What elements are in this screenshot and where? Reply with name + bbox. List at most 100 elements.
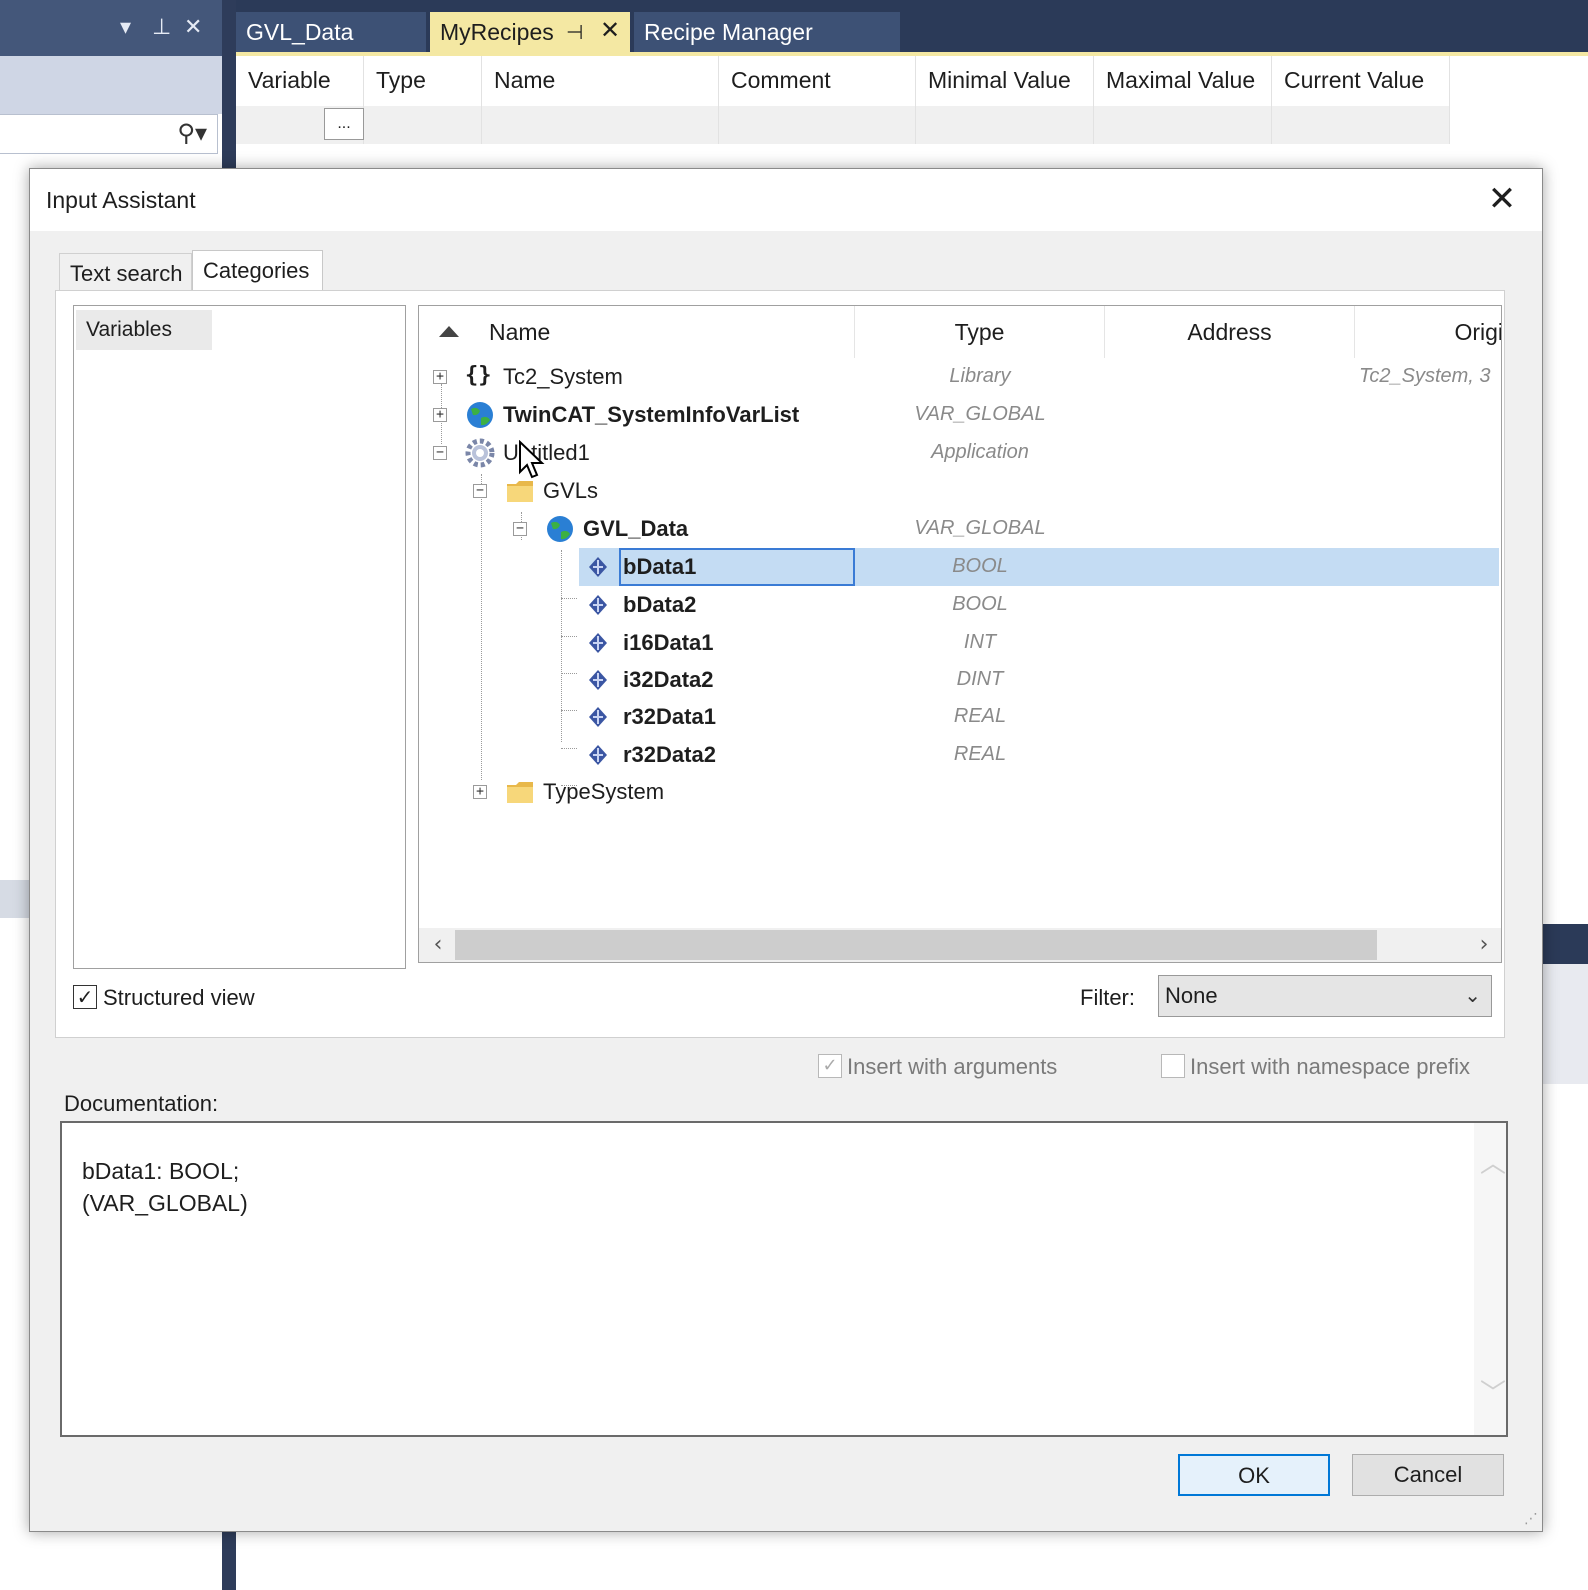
cancel-button[interactable]: Cancel	[1352, 1454, 1504, 1496]
input-assistant-dialog: Input Assistant ✕ Text search Categories…	[29, 168, 1543, 1532]
scroll-down-icon[interactable]: ﹀	[1480, 1373, 1506, 1410]
pin-icon[interactable]: ⊥	[152, 16, 171, 40]
tab-label: MyRecipes	[440, 19, 554, 45]
node-name: r32Data2	[623, 742, 716, 767]
column-header-current-value[interactable]: Current Value	[1272, 56, 1450, 106]
insert-with-arguments-label: Insert with arguments	[847, 1054, 1058, 1079]
braces-icon: {}	[465, 363, 492, 388]
tree-row[interactable]: − GVLs	[419, 472, 1501, 510]
tree-row[interactable]: − GVL_Data VAR_GLOBAL	[419, 510, 1501, 548]
tab-text-search[interactable]: Text search	[59, 253, 192, 290]
table-cell[interactable]	[1094, 106, 1272, 144]
tree-row[interactable]: + TwinCAT_SystemInfoVarList VAR_GLOBAL	[419, 396, 1501, 434]
collapse-icon[interactable]: −	[513, 522, 527, 536]
column-header-variable[interactable]: Variable	[236, 56, 364, 106]
table-cell[interactable]	[719, 106, 916, 144]
variable-icon	[589, 707, 607, 727]
chevron-down-icon: ⌄	[1464, 983, 1481, 1007]
insert-with-arguments-checkbox[interactable]: ✓	[818, 1054, 842, 1078]
table-cell[interactable]	[916, 106, 1094, 144]
insert-with-namespace-prefix-checkbox[interactable]	[1161, 1054, 1185, 1078]
variable-icon	[589, 557, 607, 577]
column-header-type[interactable]: Type	[364, 56, 482, 106]
scroll-left-icon[interactable]: ‹	[423, 930, 453, 960]
column-header-comment[interactable]: Comment	[719, 56, 916, 106]
dialog-titlebar[interactable]: Input Assistant ✕	[30, 169, 1542, 231]
node-type: VAR_GLOBAL	[914, 517, 1046, 539]
table-cell[interactable]	[482, 106, 719, 144]
expand-icon[interactable]: +	[433, 408, 447, 422]
dropdown-arrow-icon[interactable]: ▾	[120, 16, 131, 40]
tree-row[interactable]: r32Data2 REAL	[419, 736, 1501, 774]
collapse-icon[interactable]: −	[473, 484, 487, 498]
folder-icon	[507, 481, 533, 502]
tab-categories[interactable]: Categories	[192, 250, 323, 292]
node-type: BOOL	[952, 555, 1008, 577]
column-header-name[interactable]: Name	[419, 306, 855, 358]
node-name: bData2	[623, 592, 697, 617]
structured-view-label: Structured view	[103, 985, 255, 1010]
horizontal-scrollbar[interactable]: ‹ ›	[419, 928, 1501, 962]
ok-button[interactable]: OK	[1178, 1454, 1330, 1496]
node-name: i16Data1	[623, 630, 714, 655]
close-icon[interactable]: ✕	[184, 16, 202, 40]
node-name: r32Data1	[623, 704, 716, 729]
collapse-icon[interactable]: −	[433, 446, 447, 460]
node-name: i32Data2	[623, 667, 714, 692]
column-header-type[interactable]: Type	[855, 306, 1105, 358]
tab-label: Recipe Manager	[644, 19, 813, 45]
close-icon[interactable]: ✕	[1480, 177, 1524, 221]
tree-row[interactable]: − Untitled1 Application	[419, 434, 1501, 472]
close-icon[interactable]: ✕	[600, 16, 620, 44]
tree-row[interactable]: i16Data1 INT	[419, 624, 1501, 662]
tree-row[interactable]: bData2 BOOL	[419, 586, 1501, 624]
node-type: REAL	[953, 743, 1007, 765]
scroll-right-icon[interactable]: ›	[1469, 930, 1499, 960]
table-cell[interactable]	[1272, 106, 1450, 144]
node-name: TypeSystem	[543, 779, 665, 804]
node-name: Tc2_System	[503, 364, 623, 389]
column-header-origin[interactable]: Origi	[1355, 306, 1501, 358]
column-header-address[interactable]: Address	[1105, 306, 1355, 358]
tree-row[interactable]: + TypeSystem	[419, 773, 1501, 811]
sort-ascending-icon	[439, 326, 459, 337]
panel-titlebar: ▾ ⊥ ✕	[0, 0, 222, 56]
node-origin: Tc2_System, 3	[1359, 365, 1491, 387]
tree-row[interactable]: r32Data1 REAL	[419, 698, 1501, 736]
tab-label: Text search	[70, 261, 183, 286]
tree-row[interactable]: i32Data2 DINT	[419, 661, 1501, 699]
node-name: GVL_Data	[583, 516, 689, 541]
pin-icon[interactable]: ⊣	[566, 18, 583, 46]
scrollbar-thumb[interactable]	[455, 930, 1377, 960]
structured-view-checkbox[interactable]: ✓	[73, 985, 97, 1009]
node-name: Untitled1	[503, 440, 590, 465]
variable-icon	[589, 633, 607, 653]
gear-icon	[465, 438, 495, 468]
category-item-variables[interactable]: Variables	[76, 310, 212, 350]
table-cell[interactable]	[364, 106, 482, 144]
column-header-minimal-value[interactable]: Minimal Value	[916, 56, 1094, 106]
variable-icon	[589, 595, 607, 615]
background-panel	[1540, 924, 1588, 964]
vertical-scrollbar[interactable]: ︿ ﹀	[1474, 1123, 1506, 1435]
scroll-up-icon[interactable]: ︿	[1480, 1143, 1506, 1180]
column-header-name[interactable]: Name	[482, 56, 719, 106]
node-name: bData1	[623, 554, 697, 579]
tab-recipe-manager[interactable]: Recipe Manager	[634, 12, 900, 52]
expand-icon[interactable]: +	[433, 370, 447, 384]
expand-icon[interactable]: +	[473, 785, 487, 799]
column-header-maximal-value[interactable]: Maximal Value	[1094, 56, 1272, 106]
filter-dropdown[interactable]: None ⌄	[1158, 975, 1492, 1017]
node-type: VAR_GLOBAL	[914, 403, 1046, 425]
tree-row-selected[interactable]: bData1 BOOL	[419, 548, 1501, 586]
tree-header: Name Type Address Origi	[419, 306, 1501, 358]
tab-myrecipes[interactable]: MyRecipes ⊣ ✕	[430, 12, 630, 52]
tree-row[interactable]: + {} Tc2_System Library Tc2_System, 3	[419, 358, 1501, 396]
panel-toolbar	[0, 56, 222, 114]
resize-grip-icon[interactable]: ⋰	[1524, 1511, 1538, 1527]
search-icon[interactable]: ⚲▾	[177, 119, 207, 147]
documentation-box[interactable]: bData1: BOOL; (VAR_GLOBAL) ︿ ﹀	[60, 1121, 1508, 1437]
browse-button[interactable]: ...	[324, 108, 364, 140]
panel-search-input[interactable]: ⚲▾	[0, 114, 218, 154]
tab-gvl-data[interactable]: GVL_Data	[236, 12, 426, 52]
